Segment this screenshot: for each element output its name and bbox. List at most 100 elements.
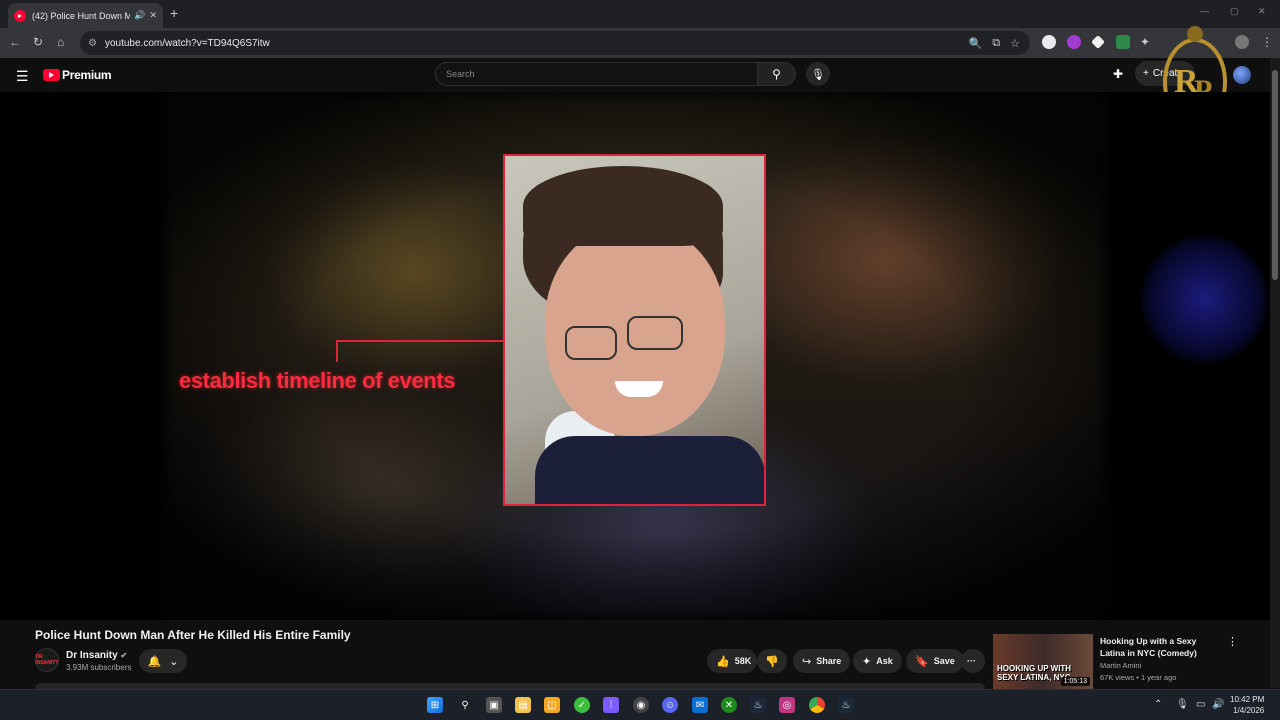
obs-icon[interactable]: ◉ — [633, 697, 649, 713]
dislike-button[interactable]: 👎 — [757, 649, 787, 673]
video-title: Police Hunt Down Man After He Killed His… — [35, 628, 351, 642]
recommended-channel[interactable]: Martin Amini — [1100, 661, 1141, 670]
grammarly-extension-icon[interactable] — [1042, 35, 1056, 49]
bookmark-star-icon[interactable]: ☆ — [1010, 37, 1020, 50]
minimize-icon[interactable]: — — [1200, 6, 1209, 16]
channel-name[interactable]: Dr Insanity ✔ — [66, 650, 127, 661]
reload-icon[interactable]: ↻ — [33, 35, 43, 49]
tray-mic-icon[interactable]: 🎙 — [1176, 699, 1189, 710]
share-icon: ↪ — [802, 655, 812, 668]
video-overlay-caption: establish timeline of events — [179, 368, 456, 393]
thumbs-down-icon: 👎 — [765, 655, 779, 668]
audio-icon[interactable]: 🔊 — [134, 10, 145, 21]
extensions-puzzle-icon[interactable]: ✦ — [1140, 35, 1150, 49]
menu-icon[interactable]: ☰ — [16, 68, 29, 85]
tab-close-icon[interactable]: ✕ — [149, 10, 157, 21]
new-tab-button[interactable]: + — [170, 5, 178, 21]
volume-icon[interactable]: 🔊 — [1212, 699, 1224, 710]
bell-icon: 🔔 — [147, 655, 162, 668]
thumbs-up-icon: 👍 — [716, 655, 730, 668]
steam-2-icon[interactable]: ♨ — [838, 697, 854, 713]
blue-orb-overlay — [1140, 234, 1270, 364]
youtube-favicon-icon — [14, 9, 26, 22]
sparkle-icon: ✦ — [862, 655, 872, 668]
back-icon[interactable]: ← — [9, 35, 21, 49]
app-green-icon[interactable]: ✓ — [574, 697, 590, 713]
like-count: 58K — [734, 656, 752, 666]
extension-purple-icon[interactable] — [1067, 35, 1081, 49]
more-actions-button[interactable]: ··· — [961, 649, 985, 673]
clock-date: 1/4/2026 — [1233, 706, 1265, 715]
chrome-icon[interactable] — [809, 697, 825, 713]
recommended-thumbnail[interactable]: HOOKING UP WITH SEXY LATINA, NYC 1:05:13 — [993, 634, 1093, 689]
extension-diamond-icon[interactable] — [1091, 35, 1105, 49]
clock-time: 10:42 PM — [1230, 695, 1265, 704]
video-duration: 1:05:13 — [1060, 677, 1090, 686]
save-button[interactable]: 🔖 Save — [906, 649, 964, 673]
file-explorer-icon[interactable]: ▤ — [515, 697, 531, 713]
subscribed-bell-button[interactable]: 🔔 ⌄ — [139, 649, 187, 673]
scrollbar-thumb[interactable] — [1272, 70, 1278, 280]
install-icon[interactable]: ⧉ — [992, 37, 1000, 50]
youtube-logo[interactable]: Premium — [43, 68, 112, 82]
task-view-icon[interactable]: ▣ — [486, 697, 502, 713]
browser-tab[interactable]: (42) Police Hunt Down Man After He Kille… — [8, 3, 163, 28]
tab-title: (42) Police Hunt Down Man After He Kille… — [32, 10, 131, 21]
system-clock[interactable]: 10:42 PM 1/4/2026 — [1230, 694, 1264, 716]
recommended-title[interactable]: Hooking Up with a Sexy Latina in NYC (Co… — [1100, 635, 1220, 659]
mail-icon[interactable]: ✉ — [692, 697, 708, 713]
discord-icon[interactable]: ☺ — [662, 697, 678, 713]
window-close-icon[interactable]: ✕ — [1258, 6, 1266, 17]
subscriber-count: 3.93M subscribers — [66, 663, 132, 672]
bookmark-icon: 🔖 — [915, 655, 929, 668]
youtube-header: ☰ Premium Search ⚲ 🎙 ✚ + Create — [0, 58, 1280, 92]
url-text: youtube.com/watch?v=TD94Q6S7itw — [104, 37, 270, 49]
account-avatar[interactable] — [1233, 66, 1251, 84]
search-input[interactable]: Search — [435, 62, 758, 86]
save-label: Save — [933, 656, 955, 666]
browser-tab-bar: (42) Police Hunt Down Man After He Kille… — [0, 0, 1280, 28]
instagram-icon[interactable]: ◎ — [779, 697, 795, 713]
browser-toolbar: ← ↻ ⌂ ⚙ youtube.com/watch?v=TD94Q6S7itw … — [0, 28, 1280, 58]
tray-chevron-icon[interactable]: ⌃ — [1154, 699, 1162, 710]
share-label: Share — [816, 656, 842, 666]
channel-avatar-text: DR. INSANITY — [35, 654, 59, 666]
apps-icon[interactable]: ✚ — [1113, 67, 1123, 81]
like-button[interactable]: 👍 58K — [707, 649, 757, 673]
start-icon[interactable]: ⊞ — [427, 697, 443, 713]
zoom-icon[interactable]: 🔍 — [969, 37, 983, 50]
app-grid-icon[interactable]: ⁞ — [603, 697, 619, 713]
plus-icon: + — [1143, 68, 1149, 79]
channel-avatar[interactable]: DR. INSANITY — [35, 648, 59, 672]
site-info-icon[interactable]: ⚙ — [88, 38, 97, 49]
annotation-connector-tick — [336, 340, 338, 362]
voice-search-button[interactable]: 🎙 — [806, 62, 830, 86]
mic-icon: 🎙 — [811, 68, 825, 81]
store-icon[interactable]: ◫ — [544, 697, 560, 713]
steam-icon[interactable]: ♨ — [750, 697, 766, 713]
annotation-connector-line — [336, 340, 504, 342]
share-button[interactable]: ↪ Share — [793, 649, 851, 673]
portrait-photo — [503, 154, 766, 506]
tray-display-icon[interactable]: ▭ — [1196, 699, 1205, 710]
extension-green-icon[interactable] — [1116, 35, 1130, 49]
ask-button[interactable]: ✦ Ask — [853, 649, 902, 673]
profile-icon[interactable] — [1235, 35, 1249, 49]
browser-menu-icon[interactable]: ⋮ — [1261, 35, 1273, 49]
photo-glasses-right — [627, 316, 683, 350]
brand-label: Premium — [62, 68, 112, 82]
ask-label: Ask — [876, 656, 893, 666]
chevron-down-icon: ⌄ — [169, 655, 179, 668]
home-icon[interactable]: ⌂ — [57, 35, 64, 49]
photo-fringe — [523, 166, 723, 246]
xbox-icon[interactable]: ✕ — [721, 697, 737, 713]
search-icon[interactable]: ⚲ — [457, 697, 473, 713]
maximize-icon[interactable]: ▢ — [1230, 6, 1239, 17]
search-icon: ⚲ — [772, 67, 781, 81]
youtube-play-icon — [43, 69, 60, 81]
address-bar[interactable]: ⚙ youtube.com/watch?v=TD94Q6S7itw 🔍 ⧉ ☆ — [80, 31, 1030, 55]
video-player[interactable]: establish timeline of events — [0, 92, 1270, 620]
photo-shirt — [535, 436, 764, 504]
recommended-more-icon[interactable]: ⋮ — [1227, 635, 1238, 648]
search-button[interactable]: ⚲ — [757, 62, 796, 86]
